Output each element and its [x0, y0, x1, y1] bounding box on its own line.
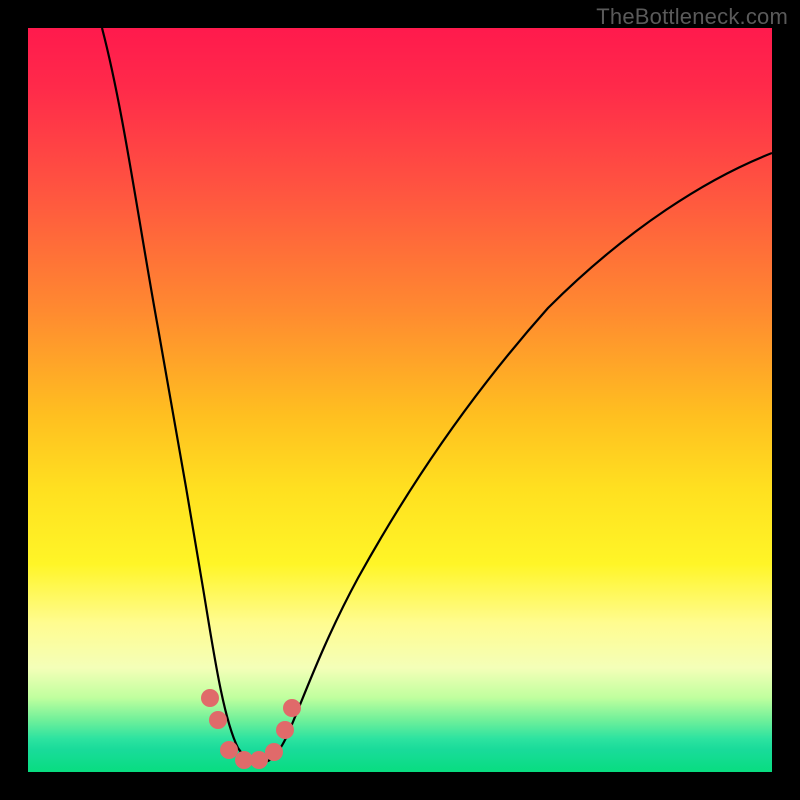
marker-dot: [283, 699, 301, 717]
marker-dot: [201, 689, 219, 707]
marker-dot: [276, 721, 294, 739]
watermark-text: TheBottleneck.com: [596, 4, 788, 30]
marker-dot: [220, 741, 238, 759]
marker-dot: [265, 743, 283, 761]
curve-path: [102, 28, 772, 763]
marker-dot: [209, 711, 227, 729]
marker-group: [201, 689, 301, 769]
plot-area: [28, 28, 772, 772]
bottleneck-curve: [28, 28, 772, 772]
chart-frame: TheBottleneck.com: [0, 0, 800, 800]
